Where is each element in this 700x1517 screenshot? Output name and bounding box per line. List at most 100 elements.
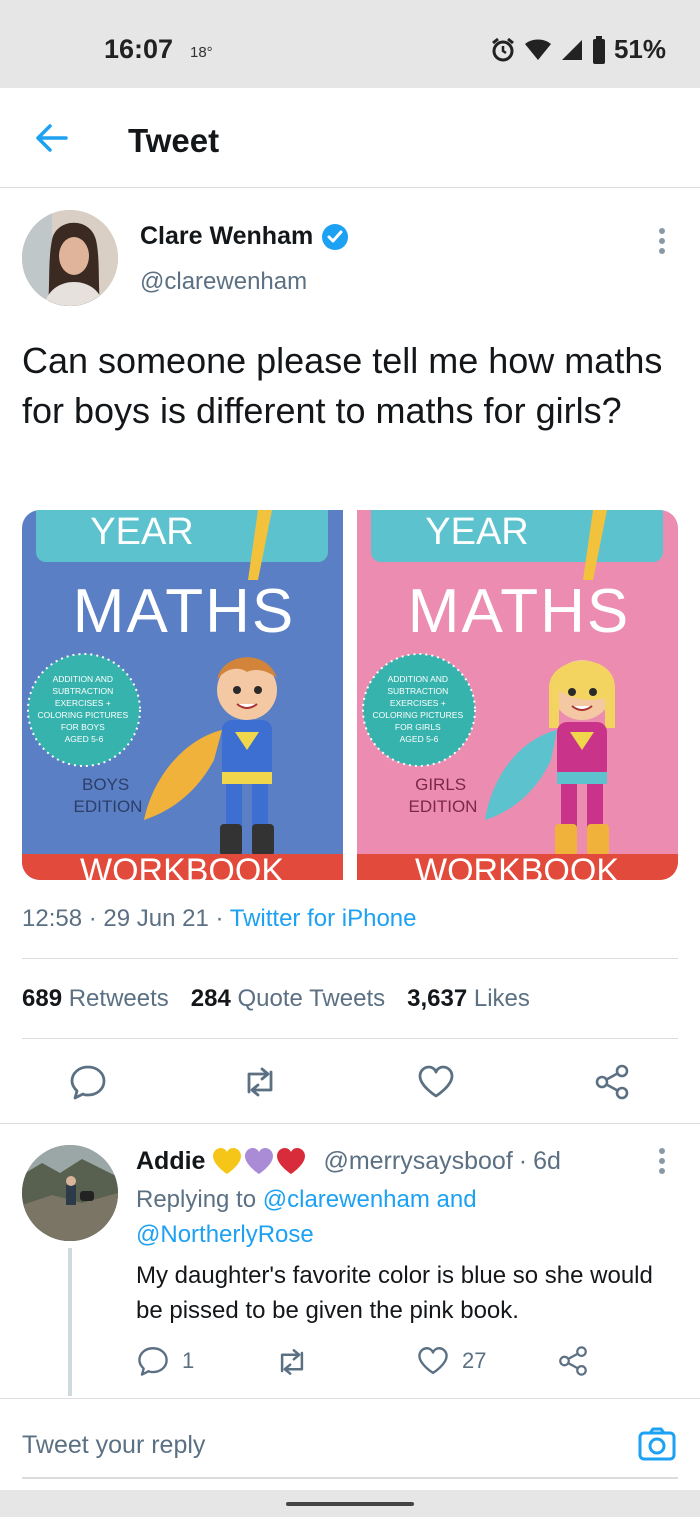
app-header: Tweet [0, 88, 700, 188]
book-badge-line: FOR GIRLS [395, 722, 441, 732]
reply-actions: 1 27 [0, 1342, 700, 1382]
battery-percent: 51% [613, 34, 666, 64]
quote-label: Quote Tweets [237, 985, 386, 1012]
book-title: MATHS [73, 577, 295, 646]
section-divider [0, 1123, 700, 1124]
reply-author-name[interactable]: Addie [136, 1147, 205, 1176]
retweets-count: 689 [22, 985, 63, 1012]
verified-badge-icon [322, 223, 349, 250]
reply-input[interactable]: Tweet your reply [22, 1431, 205, 1460]
divider [22, 1038, 678, 1039]
book-badge-line: AGED 5-6 [400, 734, 439, 744]
divider [22, 958, 678, 959]
signal-icon [561, 39, 582, 60]
retweets-stat[interactable]: 689 Retweets [22, 985, 169, 1013]
home-gesture-pill[interactable] [286, 1502, 414, 1506]
book-footer: WORKBOOK [80, 852, 284, 880]
more-options-icon[interactable] [652, 226, 672, 256]
likes-label: Likes [473, 985, 530, 1012]
quote-tweets-stat[interactable]: 284 Quote Tweets [191, 985, 385, 1013]
book-badge-line: FOR BOYS [61, 722, 105, 732]
reply-icon[interactable] [68, 1062, 108, 1102]
status-time: 16:07 [104, 34, 174, 64]
meta-separator: · [88, 905, 104, 932]
name-emoji-hearts [211, 1146, 307, 1176]
tweet-date: 29 Jun 21 [103, 905, 209, 932]
author-name[interactable]: Clare Wenham [140, 222, 349, 251]
book-badge-line: AGED 5-6 [65, 734, 104, 744]
tweet-text: Can someone please tell me how maths for… [22, 340, 663, 431]
reply-separator: · [518, 1146, 528, 1175]
author-avatar[interactable] [22, 210, 118, 306]
status-bar: 16:07 18° 51% [0, 0, 700, 88]
book-footer: WORKBOOK [415, 852, 619, 880]
share-icon [559, 1346, 587, 1376]
book-badge-line: COLORING PICTURES [372, 710, 463, 720]
page-title: Tweet [128, 122, 220, 159]
alarm-icon [492, 37, 514, 61]
author-handle[interactable]: @clarewenham [140, 268, 307, 296]
replying-to-link-2[interactable]: @NortherlyRose [136, 1221, 314, 1248]
reply-like-count: 27 [462, 1348, 487, 1373]
book-badge-line: EXERCISES + [390, 698, 446, 708]
reply-text: My daughter's favorite color is blue so … [136, 1262, 653, 1324]
yellow-heart-icon [213, 1148, 242, 1174]
reply-header: Addie @merrysaysboof · 6d [136, 1146, 561, 1176]
retweet-icon [280, 1349, 304, 1375]
book-badge-line: ADDITION AND [388, 674, 448, 684]
tweet-source-link[interactable]: Twitter for iPhone [230, 905, 417, 932]
meta-separator: · [215, 905, 230, 932]
tweet-meta: 12:58 · 29 Jun 21 · Twitter for iPhone [22, 905, 416, 933]
replying-and[interactable]: and [437, 1186, 477, 1213]
author-name-text: Clare Wenham [140, 222, 314, 250]
tweet-media[interactable]: YEAR MATHS ADDITION AND SUBTRACTION EXER… [22, 510, 678, 880]
battery-icon [592, 35, 605, 64]
reply-retweet-action[interactable] [274, 1344, 310, 1380]
book-title: MATHS [408, 577, 630, 646]
reply-like-action[interactable]: 27 [416, 1344, 486, 1378]
purple-heart-icon [245, 1148, 274, 1174]
red-heart-icon [277, 1148, 306, 1174]
reply-avatar-image [22, 1145, 118, 1241]
status-icons: 51% [490, 34, 666, 65]
reply-author-avatar[interactable] [22, 1145, 118, 1241]
reply-input-underline [22, 1477, 678, 1479]
reply-icon [138, 1347, 168, 1376]
like-heart-icon[interactable] [416, 1062, 456, 1102]
likes-stat[interactable]: 3,637 Likes [407, 985, 530, 1013]
book-edition-line: EDITION [74, 797, 143, 816]
reply-reply-count: 1 [182, 1348, 195, 1373]
camera-icon[interactable] [638, 1427, 676, 1461]
tweet-stats: 689 Retweets 284 Quote Tweets 3,637 Like… [22, 985, 530, 1013]
book-year-label: YEAR [425, 511, 528, 553]
reply-share-action[interactable] [556, 1344, 590, 1378]
share-icon[interactable] [592, 1062, 632, 1102]
book-badge-line: COLORING PICTURES [37, 710, 128, 720]
book-badge-line: EXERCISES + [55, 698, 111, 708]
replying-to-link-1[interactable]: @clarewenham [263, 1186, 430, 1213]
book-badge-line: SUBTRACTION [387, 686, 448, 696]
book-badge-line: SUBTRACTION [52, 686, 113, 696]
replying-to: Replying to @clarewenham and @NortherlyR… [136, 1182, 656, 1252]
like-heart-icon [418, 1347, 448, 1375]
quote-count: 284 [190, 985, 231, 1012]
tweet-time: 12:58 [22, 905, 83, 932]
reply-more-options-icon[interactable] [652, 1146, 672, 1176]
book-year-label: YEAR [90, 511, 193, 553]
likes-count: 3,637 [407, 985, 468, 1012]
book-edition-line: GIRLS [415, 775, 466, 794]
wifi-icon [524, 39, 551, 60]
retweet-icon[interactable] [240, 1062, 280, 1102]
back-arrow-icon[interactable] [34, 120, 70, 156]
media-image-girls-book[interactable]: YEAR MATHS ADDITION AND SUBTRACTION EXER… [357, 510, 678, 880]
tweet-actions [0, 1058, 700, 1108]
reply-author-handle[interactable]: @merrysaysboof [323, 1147, 512, 1176]
author-avatar-image [22, 210, 118, 306]
retweets-label: Retweets [68, 985, 169, 1012]
media-image-boys-book[interactable]: YEAR MATHS ADDITION AND SUBTRACTION EXER… [22, 510, 343, 880]
system-nav-bar [0, 1490, 700, 1517]
reply-composer: Tweet your reply [0, 1398, 700, 1490]
book-edition-line: EDITION [409, 797, 478, 816]
reply-reply-action[interactable]: 1 [136, 1344, 194, 1378]
reply-age: 6d [533, 1146, 561, 1175]
